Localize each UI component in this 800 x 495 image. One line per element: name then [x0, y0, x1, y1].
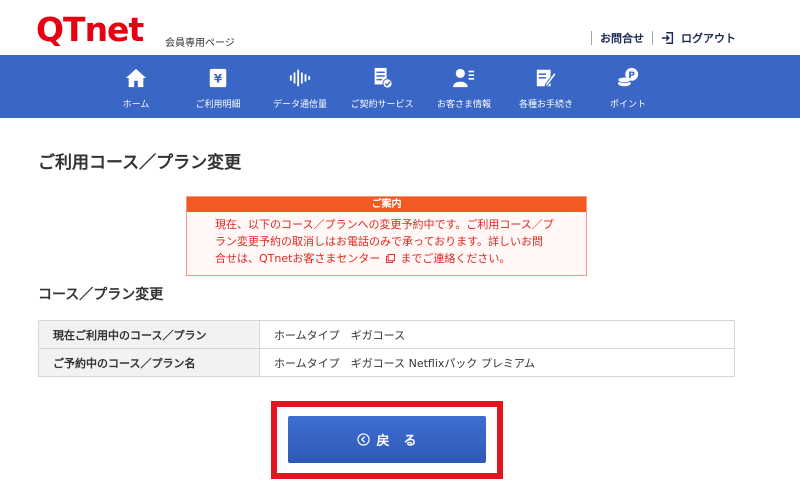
reserved-course-label: ご予約中のコース／プラン名: [38, 348, 260, 377]
back-button-label: 戻る: [376, 434, 431, 449]
customer-center-link[interactable]: 合せは、QTnetお客さまセンター: [215, 252, 380, 265]
nav-item-billing[interactable]: ¥ ご利用明細: [177, 55, 259, 118]
external-link-icon: [385, 254, 395, 263]
points-icon: P: [617, 67, 639, 87]
reserved-course-value: ホームタイプ ギガコース Netflixパック プレミアム: [259, 348, 735, 377]
nav-item-points[interactable]: P ポイント: [587, 55, 669, 118]
chevron-left-circle-icon: [357, 433, 371, 446]
nav-item-procedure[interactable]: 各種お手続き: [505, 55, 587, 118]
divider: [652, 31, 653, 45]
data-usage-icon: [289, 69, 311, 87]
table-row: 現在ご利用中のコース／プラン ホームタイプ ギガコース: [38, 320, 735, 349]
nav-item-customer[interactable]: お客さま情報: [423, 55, 505, 118]
table-row: ご予約中のコース／プラン名 ホームタイプ ギガコース Netflixパック プレ…: [38, 348, 735, 377]
nav-label-customer: お客さま情報: [436, 100, 491, 110]
contract-icon: [374, 67, 393, 89]
logout-icon: [661, 32, 674, 44]
member-page-label: 会員専用ページ: [165, 38, 235, 49]
notice-line-end: までご連絡ください。: [400, 252, 511, 265]
divider: [591, 31, 592, 45]
main-nav: ホーム ¥ ご利用明細 データ通信量 ご契約サービス お客さま情報 各種お手続き…: [0, 55, 800, 118]
course-table: 現在ご利用中のコース／プラン ホームタイプ ギガコース ご予約中のコース／プラン…: [38, 320, 735, 377]
customer-icon: [453, 68, 475, 88]
qtnet-logo[interactable]: QTnet: [36, 10, 144, 49]
notice-line: 合せは、QTnetお客さまセンター までご連絡ください。: [215, 250, 559, 267]
back-button[interactable]: 戻る: [288, 416, 486, 463]
nav-label-contract: ご契約サービス: [350, 100, 414, 110]
notice-heading: ご案内: [187, 197, 586, 212]
logout-link[interactable]: ログアウト: [661, 30, 736, 46]
logout-label: ログアウト: [681, 32, 736, 45]
nav-label-points: ポイント: [609, 100, 646, 110]
page-title: ご利用コース／プラン変更: [38, 153, 242, 173]
nav-item-home[interactable]: ホーム: [95, 55, 177, 118]
notice-line: 現在、以下のコース／プランへの変更予約中です。ご利用コース／プ: [215, 218, 554, 231]
nav-label-data-usage: データ通信量: [272, 100, 327, 110]
current-course-label: 現在ご利用中のコース／プラン: [38, 320, 260, 349]
notice-line: ラン変更予約の取消しはお電話のみで承っております。詳しいお問: [215, 235, 544, 248]
nav-label-billing: ご利用明細: [195, 100, 241, 110]
nav-item-data-usage[interactable]: データ通信量: [259, 55, 341, 118]
header-links: お問合せ ログアウト: [583, 30, 736, 46]
svg-text:P: P: [628, 70, 635, 81]
procedure-icon: [536, 69, 557, 87]
svg-text:¥: ¥: [214, 72, 223, 86]
current-course-value: ホームタイプ ギガコース: [259, 320, 735, 349]
site-header: QTnet 会員専用ページ お問合せ ログアウト: [0, 0, 800, 55]
notice-body: 現在、以下のコース／プランへの変更予約中です。ご利用コース／プ ラン変更予約の取…: [187, 212, 559, 267]
logo-text: QTnet: [36, 10, 144, 49]
home-icon: [125, 68, 147, 88]
notice-box: ご案内 現在、以下のコース／プランへの変更予約中です。ご利用コース／プ ラン変更…: [186, 196, 587, 276]
nav-label-procedure: 各種お手続き: [518, 100, 573, 110]
billing-icon: ¥: [209, 68, 227, 88]
nav-item-contract[interactable]: ご契約サービス: [341, 55, 423, 118]
nav-label-home: ホーム: [122, 100, 150, 110]
contact-link[interactable]: お問合せ: [600, 30, 644, 46]
section-title: コース／プラン変更: [38, 287, 164, 303]
